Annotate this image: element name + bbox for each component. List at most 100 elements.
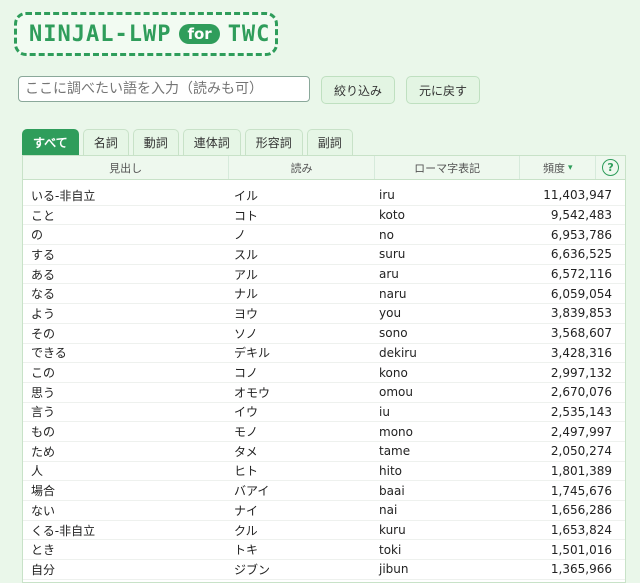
reading-cell: イウ bbox=[234, 405, 259, 420]
reading-cell: モノ bbox=[234, 425, 259, 440]
logo-text-twc: TWC bbox=[227, 21, 271, 47]
reading-cell: アル bbox=[234, 267, 258, 282]
headword-cell[interactable]: 思う bbox=[23, 384, 230, 401]
column-header-headword[interactable]: 見出し bbox=[23, 156, 230, 179]
romaji-cell: baai bbox=[379, 483, 405, 498]
romaji-cell: nai bbox=[379, 503, 398, 518]
frequency-cell: 6,572,116 bbox=[550, 267, 612, 282]
table-row[interactable]: 場合 バアイ baai 1,745,676 bbox=[23, 481, 625, 501]
frequency-cell: 3,568,607 bbox=[550, 326, 612, 341]
frequency-cell: 1,745,676 bbox=[550, 483, 612, 498]
table-row[interactable]: こと コト koto 9,542,483 bbox=[23, 206, 625, 226]
table-row[interactable]: する スル suru 6,636,525 bbox=[23, 245, 625, 265]
reading-cell: イル bbox=[234, 188, 259, 203]
romaji-cell: kuru bbox=[379, 523, 406, 538]
headword-cell[interactable]: くる-非自立 bbox=[23, 522, 230, 539]
reading-cell: ヒト bbox=[234, 464, 259, 479]
table-header: 見出し 読み ローマ字表記 頻度 ▾ ? bbox=[23, 156, 625, 180]
table-row[interactable]: できる デキル dekiru 3,428,316 bbox=[23, 344, 625, 364]
reading-cell: ソノ bbox=[234, 326, 258, 341]
reset-button[interactable]: 元に戻す bbox=[406, 76, 480, 104]
logo-text-for: for bbox=[179, 24, 220, 44]
table-row[interactable]: のノ no 6,953,786 bbox=[23, 225, 625, 246]
table-row[interactable]: とき トキ toki 1,501,016 bbox=[23, 540, 625, 561]
frequency-cell: 2,535,143 bbox=[550, 404, 612, 419]
table-row[interactable]: もの モノ mono 2,497,997 bbox=[23, 422, 625, 442]
headword-cell[interactable]: とき bbox=[23, 541, 230, 558]
frequency-cell: 1,653,824 bbox=[550, 523, 612, 538]
reading-cell: スル bbox=[234, 247, 259, 262]
headword-cell[interactable]: よう bbox=[23, 305, 230, 322]
headword-cell[interactable]: ある bbox=[23, 266, 230, 283]
romaji-cell: tame bbox=[379, 444, 411, 459]
headword-cell[interactable]: その bbox=[23, 325, 230, 342]
headword-cell[interactable]: もの bbox=[23, 423, 230, 440]
table-row[interactable]: いる-非自立 イル iru 11,403,947 bbox=[23, 186, 625, 206]
logo-text-main: NINJAL-LWP bbox=[29, 21, 172, 47]
table-row[interactable]: くる-非自立 クル kuru 1,653,824 bbox=[23, 521, 625, 541]
romaji-cell: dekiru bbox=[379, 345, 417, 360]
reading-cell: ヨウ bbox=[234, 306, 259, 321]
tab-verb[interactable]: 動詞 bbox=[132, 129, 179, 155]
reading-cell: コト bbox=[234, 208, 259, 223]
reading-cell: ノ bbox=[234, 228, 247, 243]
tab-adnominal[interactable]: 連体詞 bbox=[182, 129, 241, 155]
romaji-cell: sono bbox=[379, 326, 408, 341]
table-row[interactable]: 自分 ジブン jibun 1,365,966 bbox=[23, 560, 625, 580]
headword-cell[interactable]: の bbox=[23, 226, 230, 243]
column-header-frequency[interactable]: 頻度 ▾ bbox=[520, 156, 597, 179]
tab-adverb[interactable]: 副詞 bbox=[306, 129, 353, 155]
filter-button[interactable]: 絞り込み bbox=[321, 76, 395, 104]
help-circle-icon[interactable]: ? bbox=[602, 159, 620, 176]
reading-cell: トキ bbox=[234, 543, 259, 558]
table-row[interactable]: 言う イウ iu 2,535,143 bbox=[23, 403, 625, 423]
tab-all[interactable]: すべて bbox=[22, 129, 79, 155]
headword-cell[interactable]: 人 bbox=[23, 462, 230, 479]
headword-cell[interactable]: 言う bbox=[23, 403, 230, 420]
frequency-cell: 6,953,786 bbox=[550, 227, 612, 242]
romaji-cell: toki bbox=[379, 542, 402, 557]
reading-cell: コノ bbox=[234, 366, 259, 381]
frequency-cell: 6,636,525 bbox=[550, 247, 612, 262]
table-row[interactable]: ため タメ tame 2,050,274 bbox=[23, 442, 625, 462]
table-row[interactable]: ある アル aru 6,572,116 bbox=[23, 265, 625, 285]
frequency-cell: 1,501,016 bbox=[550, 542, 612, 557]
frequency-cell: 6,059,054 bbox=[550, 286, 612, 301]
frequency-cell: 9,542,483 bbox=[550, 208, 612, 223]
table-row[interactable]: その ソノ sono 3,568,607 bbox=[23, 324, 625, 344]
frequency-cell: 3,839,853 bbox=[550, 306, 612, 321]
frequency-table: 見出し 読み ローマ字表記 頻度 ▾ ? いる-非自立 イル iru 11,403,9… bbox=[22, 155, 626, 583]
headword-cell[interactable]: いる-非自立 bbox=[23, 187, 230, 204]
column-header-romaji[interactable]: ローマ字表記 bbox=[375, 156, 521, 179]
reading-cell: ジブン bbox=[234, 562, 271, 577]
headword-cell[interactable]: できる bbox=[23, 344, 230, 361]
romaji-cell: iu bbox=[379, 404, 390, 419]
table-row[interactable]: 思う オモウ omou 2,670,076 bbox=[23, 383, 625, 403]
table-row[interactable]: なる ナル naru 6,059,054 bbox=[23, 284, 625, 305]
table-row[interactable]: 人ヒト hito 1,801,389 bbox=[23, 462, 625, 482]
headword-cell[interactable]: こと bbox=[23, 207, 230, 224]
headword-cell[interactable]: ため bbox=[23, 443, 230, 460]
search-input[interactable] bbox=[18, 76, 310, 102]
help-cell: ? bbox=[596, 156, 625, 179]
headword-cell[interactable]: この bbox=[23, 364, 230, 381]
table-row[interactable]: よう ヨウ you 3,839,853 bbox=[23, 304, 625, 324]
site-logo[interactable]: NINJAL-LWP for TWC bbox=[14, 12, 278, 56]
tab-noun[interactable]: 名詞 bbox=[82, 129, 129, 155]
headword-cell[interactable]: 場合 bbox=[23, 482, 230, 499]
sort-desc-icon[interactable]: ▾ bbox=[568, 163, 573, 173]
frequency-cell: 1,801,389 bbox=[550, 463, 612, 478]
tab-adjective[interactable]: 形容詞 bbox=[244, 129, 303, 155]
frequency-cell: 2,497,997 bbox=[550, 424, 612, 439]
column-header-reading[interactable]: 読み bbox=[229, 156, 375, 179]
reading-cell: クル bbox=[234, 523, 258, 538]
headword-cell[interactable]: なる bbox=[23, 285, 230, 302]
romaji-cell: jibun bbox=[379, 562, 409, 577]
headword-cell[interactable]: ない bbox=[23, 502, 230, 519]
table-row[interactable]: この コノ kono 2,997,132 bbox=[23, 363, 625, 383]
table-row[interactable]: ない ナイ nai 1,656,286 bbox=[23, 501, 625, 521]
romaji-cell: you bbox=[379, 306, 402, 321]
headword-cell[interactable]: 自分 bbox=[23, 561, 230, 578]
headword-cell[interactable]: する bbox=[23, 246, 230, 263]
romaji-cell: kono bbox=[379, 365, 408, 380]
